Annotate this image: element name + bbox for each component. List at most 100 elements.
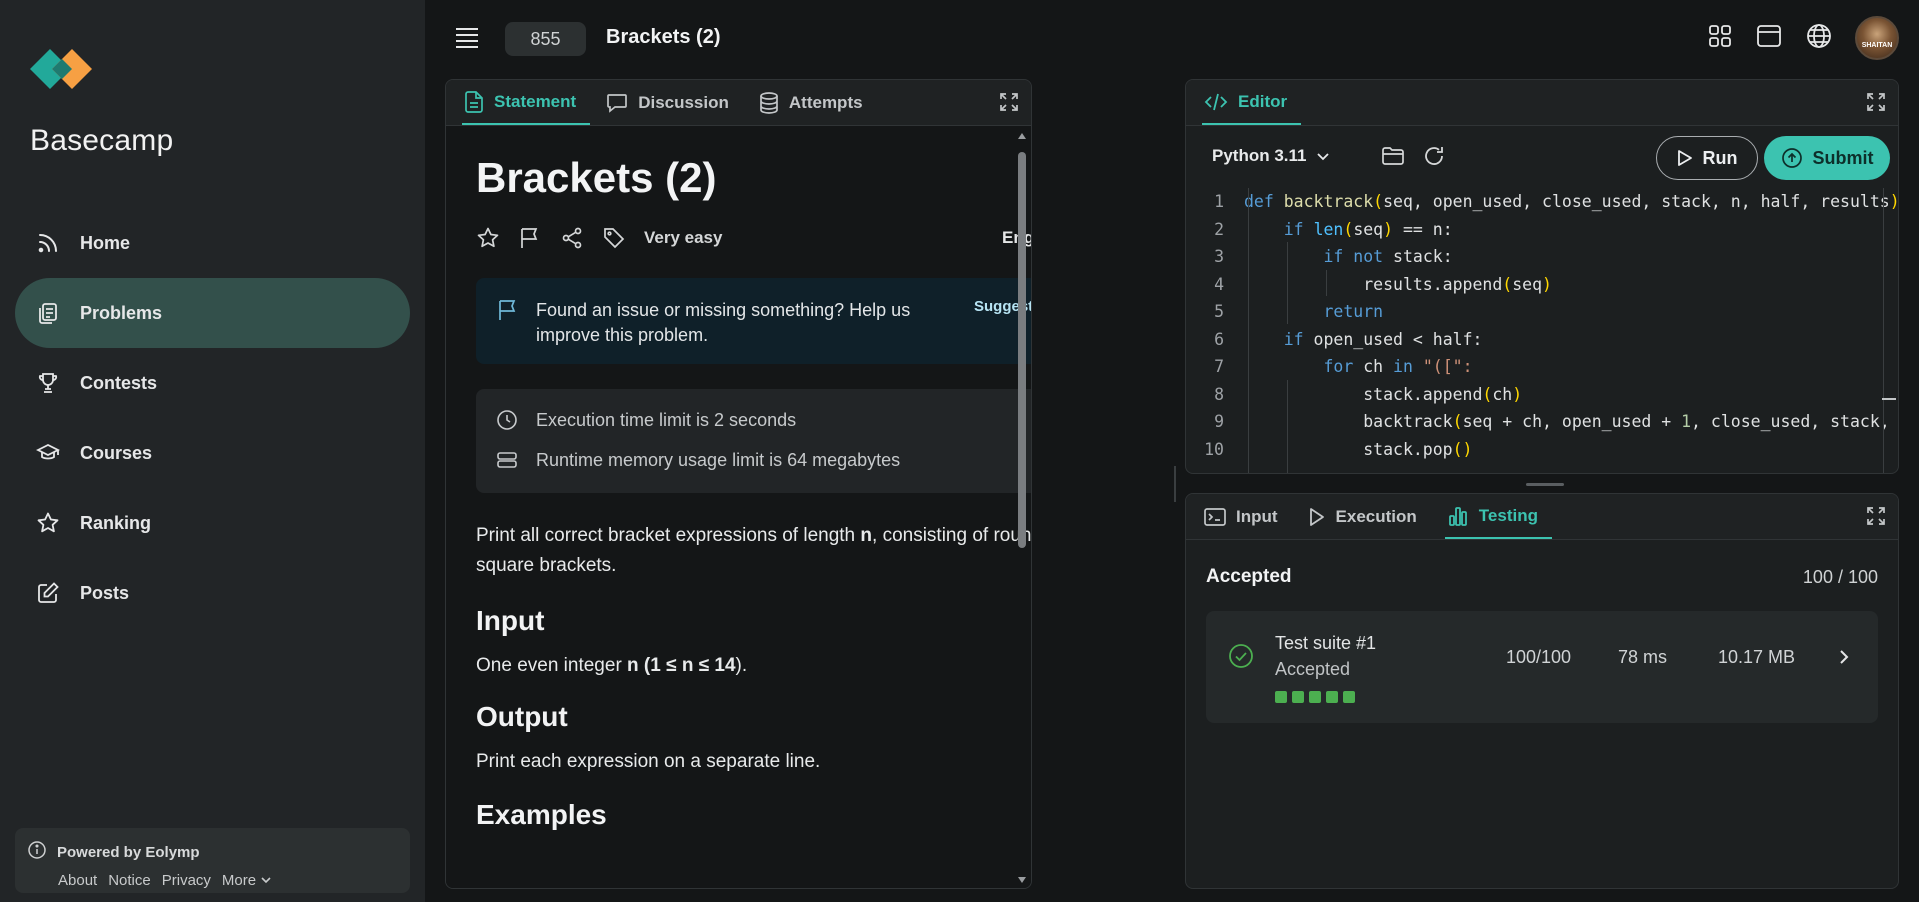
globe-icon[interactable] <box>1805 22 1833 55</box>
expand-icon[interactable] <box>999 92 1019 117</box>
graduation-cap-icon <box>35 440 61 466</box>
check-circle-icon <box>1228 643 1254 674</box>
tab-statement[interactable]: Statement <box>462 80 591 125</box>
upload-circle-icon <box>1781 148 1802 168</box>
run-button[interactable]: Run <box>1656 136 1758 180</box>
nav-item-home[interactable]: Home <box>15 208 410 278</box>
share-icon[interactable] <box>560 226 584 250</box>
chevron-down-icon <box>261 877 271 884</box>
code-line: 2 if len(seq) == n: <box>1186 216 1898 244</box>
problem-description: Print all correct bracket expressions of… <box>476 521 1031 581</box>
nav-item-contests[interactable]: Contests <box>15 348 410 418</box>
user-avatar[interactable]: SHAITAN <box>1855 16 1899 60</box>
notice-link[interactable]: Notice <box>108 872 151 889</box>
header-problem-title: Brackets (2) <box>606 26 721 48</box>
memory-limit-row: Runtime memory usage limit is 64 megabyt… <box>496 449 900 471</box>
submit-button[interactable]: Submit <box>1764 136 1890 180</box>
rss-icon <box>35 230 61 256</box>
bar-chart-icon <box>1447 505 1469 527</box>
line-number: 7 <box>1214 357 1224 376</box>
limits-box: Execution time limit is 2 seconds Runtim… <box>476 389 1031 493</box>
suite-status: Accepted <box>1275 659 1351 679</box>
desc-var: n <box>860 525 873 546</box>
nav-item-courses[interactable]: Courses <box>15 418 410 488</box>
test-pass-indicator <box>1326 691 1338 703</box>
vertical-splitter[interactable] <box>1174 466 1176 502</box>
brand-name: Basecamp <box>30 124 174 157</box>
window-icon[interactable] <box>1755 23 1783 54</box>
runtime-select[interactable]: Python 3.11 <box>1212 146 1330 166</box>
code-editor[interactable]: 1 def backtrack(seq, open_used, close_use… <box>1186 188 1898 473</box>
test-pass-indicator <box>1343 691 1355 703</box>
issue-text: Found an issue or missing something? Hel… <box>536 300 911 345</box>
tag-icon[interactable] <box>602 226 626 250</box>
output-description: Print each expression on a separate line… <box>476 751 821 772</box>
sidebar: Basecamp Home Problems Contests Courses … <box>0 0 425 902</box>
suite-memory: 10.17 MB <box>1718 647 1796 667</box>
tab-label: Discussion <box>638 92 729 112</box>
main-nav: Home Problems Contests Courses Ranking P… <box>15 208 410 628</box>
nav-label: Problems <box>80 302 163 323</box>
result-status: Accepted <box>1206 566 1292 587</box>
chevron-right-icon[interactable] <box>1838 649 1850 670</box>
statement-tabs: Statement Discussion Attempts <box>446 80 1031 126</box>
about-link[interactable]: About <box>58 872 97 889</box>
nav-item-posts[interactable]: Posts <box>15 558 410 628</box>
tab-testing[interactable]: Testing <box>1444 494 1552 539</box>
line-number: 8 <box>1214 384 1224 404</box>
tab-label: Statement <box>494 91 577 111</box>
nav-label: Ranking <box>80 512 152 533</box>
editor-tabs: Editor <box>1186 80 1898 126</box>
play-icon <box>1308 507 1326 527</box>
issue-banner: Found an issue or missing something? Hel… <box>476 278 1031 364</box>
tab-execution[interactable]: Execution <box>1306 494 1431 539</box>
desc-text: Print all correct bracket expressions of… <box>476 525 861 546</box>
tab-label: Editor <box>1238 91 1288 111</box>
time-limit-text: Execution time limit is 2 seconds <box>536 409 797 430</box>
main-area: 855 Brackets (2) SHAITAN Statement Discu… <box>425 0 1919 902</box>
expand-icon[interactable] <box>1866 92 1886 117</box>
scrollbar-thumb[interactable] <box>1018 152 1026 548</box>
tab-discussion[interactable]: Discussion <box>604 80 743 125</box>
hamburger-menu-icon[interactable] <box>455 26 479 53</box>
input-var: n <box>627 655 639 676</box>
more-link[interactable]: More <box>222 872 272 889</box>
flag-icon <box>496 298 520 327</box>
input-text: ). <box>735 655 748 676</box>
terminal-icon <box>1204 507 1226 527</box>
play-icon <box>1677 150 1692 166</box>
more-label: More <box>221 872 257 889</box>
problem-id-badge: 855 <box>505 22 586 56</box>
statement-scrollbar[interactable] <box>1015 130 1029 886</box>
horizontal-splitter[interactable] <box>1526 483 1564 486</box>
layout-grid-icon[interactable] <box>1707 23 1733 54</box>
powered-by-box: Powered by Eolymp About Notice Privacy M… <box>15 828 410 893</box>
result-score: 100 / 100 <box>1802 567 1878 587</box>
tab-editor[interactable]: Editor <box>1202 80 1302 125</box>
flag-icon[interactable] <box>518 226 542 250</box>
tab-input[interactable]: Input <box>1202 494 1292 539</box>
nav-item-ranking[interactable]: Ranking <box>15 488 410 558</box>
statement-body: Brackets (2) Very easy Eng Found an issu… <box>446 126 1031 888</box>
star-icon[interactable] <box>476 226 500 250</box>
basecamp-logo[interactable] <box>30 40 110 98</box>
test-suite-row[interactable]: Test suite #1 Accepted 100/100 78 ms 10.… <box>1206 611 1878 723</box>
trophy-icon <box>35 370 61 396</box>
test-pass-indicator <box>1309 691 1321 703</box>
tab-attempts[interactable]: Attempts <box>757 80 877 125</box>
editor-toolbar: Python 3.11 Run Submit <box>1186 126 1898 188</box>
folder-icon[interactable] <box>1381 144 1405 173</box>
output-tabs: Input Execution Testing <box>1186 494 1898 540</box>
time-limit-row: Execution time limit is 2 seconds <box>496 409 796 431</box>
clipboard-icon <box>35 300 61 326</box>
info-icon <box>27 840 47 864</box>
privacy-link[interactable]: Privacy <box>162 872 211 889</box>
expand-icon[interactable] <box>1866 506 1886 531</box>
tab-label: Input <box>1236 506 1278 526</box>
input-heading: Input <box>476 605 545 636</box>
memory-limit-text: Runtime memory usage limit is 64 megabyt… <box>536 449 901 470</box>
line-number: 2 <box>1214 219 1224 239</box>
top-bar: 855 Brackets (2) SHAITAN <box>425 0 1919 76</box>
nav-item-problems[interactable]: Problems <box>15 278 410 348</box>
refresh-icon[interactable] <box>1422 144 1446 173</box>
